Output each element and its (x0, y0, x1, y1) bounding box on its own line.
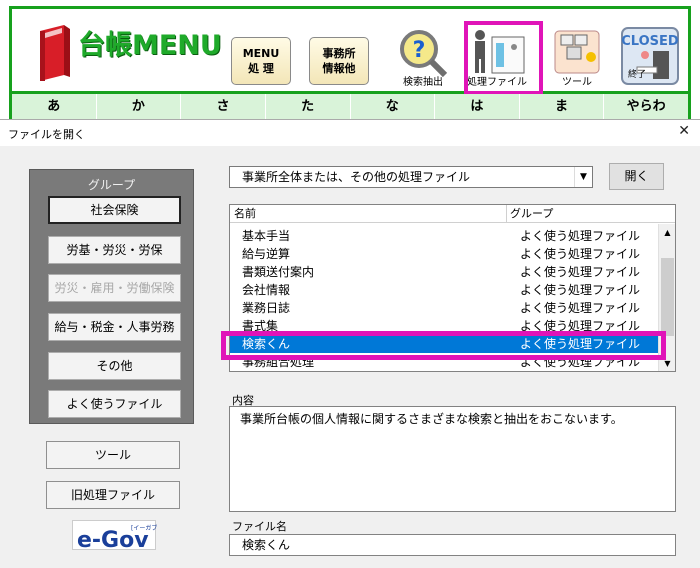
file-category-select[interactable]: 事業所全体または、その他の処理ファイル ▼ (229, 166, 593, 188)
selected-row-highlight (221, 331, 666, 360)
kana-tab[interactable]: た (266, 94, 351, 120)
end-text: 終了 (628, 68, 646, 80)
group-button-payroll[interactable]: 給与・税金・人事労務 (48, 313, 181, 341)
search-extract-button[interactable]: ? 検索抽出 (390, 23, 456, 89)
open-file-dialog: ファイルを開く ✕ グループ 社会保険 労基・労災・労保 労災・雇用・労働保険 … (0, 119, 700, 568)
tool-button[interactable]: ツール (544, 23, 610, 89)
kana-tab[interactable]: は (435, 94, 520, 120)
svg-text:?: ? (413, 38, 426, 63)
list-header: 名前 グループ (230, 205, 675, 223)
list-item[interactable]: 業務日誌 よく使う処理ファイル (230, 299, 658, 317)
closed-text: CLOSED (621, 34, 679, 49)
item-name: 書類送付案内 (242, 265, 315, 279)
item-group: よく使う処理ファイル (520, 283, 641, 297)
chevron-down-icon[interactable]: ▼ (574, 167, 592, 187)
menu-toolbar: 台帳MENU MENU 処 理 事務所 情報他 ? 検索抽出 処理ファイル ツー… (9, 6, 691, 95)
office-info-label: 事務所 情報他 (322, 47, 356, 75)
egov-ruby: [イーガブ] (131, 524, 157, 532)
book-icon (40, 25, 70, 81)
group-button-other[interactable]: その他 (48, 352, 181, 380)
item-group: よく使う処理ファイル (520, 301, 641, 315)
tool-dialog-button[interactable]: ツール (46, 441, 180, 469)
item-group: よく使う処理ファイル (520, 229, 641, 243)
closed-end-button[interactable]: CLOSED 終了 (617, 21, 683, 87)
open-button[interactable]: 開く (609, 163, 664, 190)
kana-tab[interactable]: な (351, 94, 436, 120)
kana-tab[interactable]: やらわ (604, 94, 688, 120)
group-label: グループ (87, 178, 136, 192)
old-file-button[interactable]: 旧処理ファイル (46, 481, 180, 509)
kana-tab[interactable]: か (97, 94, 182, 120)
item-name: 基本手当 (242, 229, 291, 243)
office-info-button[interactable]: 事務所 情報他 (309, 37, 369, 85)
column-header-name[interactable]: 名前 (234, 205, 256, 223)
scroll-thumb[interactable] (661, 258, 674, 336)
tool-label: ツール (560, 77, 594, 89)
item-name: 給与逆算 (242, 247, 291, 261)
column-divider[interactable] (506, 205, 507, 223)
menu-process-button[interactable]: MENU 処 理 (231, 37, 291, 85)
kana-tab[interactable]: ま (520, 94, 605, 120)
kana-tab[interactable]: あ (12, 94, 97, 120)
scroll-up-icon[interactable]: ▲ (659, 224, 675, 241)
item-group: よく使う処理ファイル (520, 247, 641, 261)
search-extract-label: 検索抽出 (401, 77, 445, 89)
item-name: 業務日誌 (242, 301, 291, 315)
filename-label: ファイル名 (232, 520, 287, 533)
content-description: 事業所台帳の個人情報に関するさまざまな検索と抽出をおこないます。 (229, 406, 676, 512)
logo-title: 台帳MENU (78, 30, 222, 61)
process-file-highlight (464, 21, 543, 95)
list-item[interactable]: 会社情報 よく使う処理ファイル (230, 281, 658, 299)
file-category-value: 事業所全体または、その他の処理ファイル (242, 170, 471, 184)
column-header-group[interactable]: グループ (510, 205, 553, 223)
group-button-social-insurance[interactable]: 社会保険 (48, 196, 181, 224)
list-item[interactable]: 基本手当 よく使う処理ファイル (230, 227, 658, 245)
menu-process-label: MENU 処 理 (242, 47, 280, 75)
kana-tab[interactable]: さ (181, 94, 266, 120)
list-item[interactable]: 書類送付案内 よく使う処理ファイル (230, 263, 658, 281)
dialog-title: ファイルを開く (8, 128, 85, 141)
group-panel: グループ 社会保険 労基・労災・労保 労災・雇用・労働保険 給与・税金・人事労務… (29, 169, 194, 424)
tools-icon (554, 30, 600, 74)
kana-tab-bar: あ か さ た な は ま やらわ (9, 94, 691, 120)
item-name: 会社情報 (242, 283, 291, 297)
group-button-labor-insurance: 労災・雇用・労働保険 (48, 274, 181, 302)
item-group: よく使う処理ファイル (520, 265, 641, 279)
list-item[interactable]: 給与逆算 よく使う処理ファイル (230, 245, 658, 263)
magnifier-question-icon: ? (400, 30, 448, 77)
egov-logo[interactable]: e-Gov [イーガブ] (72, 520, 160, 553)
app-logo: 台帳MENU (34, 23, 234, 87)
filename-field[interactable]: 検索くん (229, 534, 676, 556)
app-window: 台帳MENU MENU 処 理 事務所 情報他 ? 検索抽出 処理ファイル ツー… (0, 0, 700, 568)
close-icon[interactable]: ✕ (678, 123, 690, 139)
exit-door-icon: CLOSED 終了 (621, 27, 679, 85)
dialog-titlebar: ファイルを開く ✕ (0, 120, 700, 146)
group-button-favorites[interactable]: よく使うファイル (48, 390, 181, 418)
group-button-labor[interactable]: 労基・労災・労保 (48, 236, 181, 264)
